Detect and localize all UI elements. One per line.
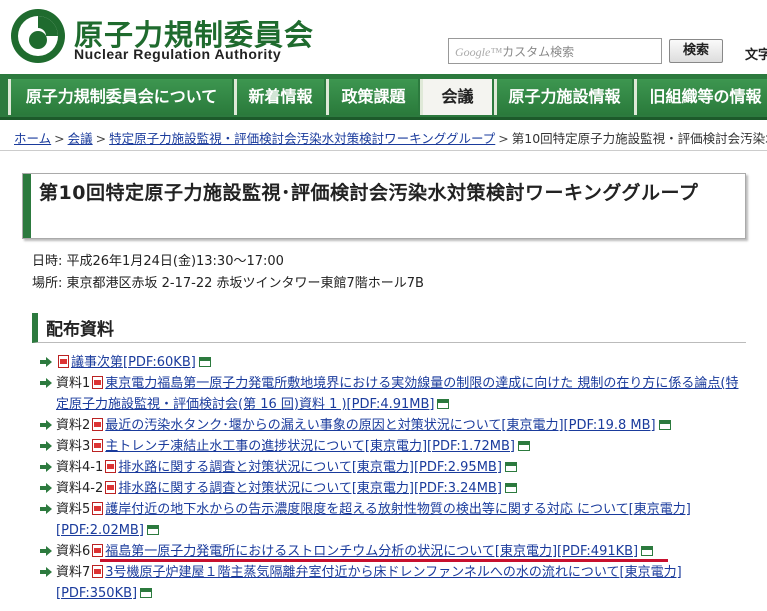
list-item: 資料4-1 排水路に関する調査と対策状況について[東京電力][PDF:2.95MB… [40, 457, 750, 478]
doc-label: 資料1 [56, 376, 91, 391]
doc-label: 資料4-1 [56, 460, 104, 475]
google-mark: Google™ [455, 45, 503, 59]
list-item: 資料5 護岸付近の地下水からの告示濃度限度を超える放射性物質の検出等に関する対応 … [40, 499, 750, 541]
list-item: 議事次第[PDF:60KB] [40, 352, 750, 373]
pdf-icon [92, 502, 104, 515]
doc-label: 資料6 [56, 544, 91, 559]
nav-facilities[interactable]: 原子力施設情報 [494, 79, 632, 115]
pdf-icon [92, 544, 104, 557]
font-size-label: 文字 [745, 48, 767, 63]
list-item: 資料2 最近の汚染水タンク･堰からの漏えい事象の原因と対策状況について[東京電力]… [40, 415, 750, 436]
doc-link[interactable]: 議事次第[PDF:60KB] [71, 355, 196, 370]
page-title-box: 第10回特定原子力施設監視･評価検討会汚染水対策検討ワーキンググループ [22, 173, 746, 239]
document-list: 議事次第[PDF:60KB] 資料1 東京電力福島第一原子力発電所敷地境界における… [40, 352, 750, 604]
section-heading: 配布資料 [32, 313, 746, 343]
new-window-icon[interactable] [658, 420, 671, 430]
nav-policy[interactable]: 政策課題 [326, 79, 418, 115]
doc-label: 資料7 [56, 565, 91, 580]
pdf-icon [92, 565, 104, 578]
doc-link[interactable]: 最近の汚染水タンク･堰からの漏えい事象の原因と対策状況について[東京電力][PD… [105, 418, 655, 433]
new-window-icon[interactable] [198, 357, 211, 367]
doc-link[interactable]: 東京電力福島第一原子力発電所敷地境界における実効線量の制限の達成に向けた 規制の… [56, 376, 739, 412]
search-button[interactable]: 検索 [669, 39, 723, 63]
logo-english[interactable]: Nuclear Regulation Authority [74, 46, 281, 62]
nav-former-org[interactable]: 旧組織等の情報 [634, 79, 767, 115]
breadcrumb: ホーム > 会議 > 特定原子力施設監視・評価検討会汚染水対策検討ワーキンググループ > 第… [14, 128, 767, 147]
nav-news[interactable]: 新着情報 [234, 79, 324, 115]
doc-link[interactable]: 主トレンチ凍結止水工事の進捗状況について[東京電力][PDF:1.72MB] [105, 439, 515, 454]
arrow-right-icon [40, 378, 52, 388]
list-item: 資料1 東京電力福島第一原子力発電所敷地境界における実効線量の制限の達成に向けた … [40, 373, 750, 415]
arrow-right-icon [40, 420, 52, 430]
arrow-right-icon [40, 462, 52, 472]
new-window-icon[interactable] [517, 441, 530, 451]
arrow-right-icon [40, 441, 52, 451]
doc-link[interactable]: 排水路に関する調査と対策状況について[東京電力][PDF:2.95MB] [118, 460, 502, 475]
breadcrumb-wg[interactable]: 特定原子力施設監視・評価検討会汚染水対策検討ワーキンググループ [109, 131, 495, 146]
red-underline-annotation [100, 559, 668, 562]
doc-label: 資料2 [56, 418, 91, 433]
search-placeholder: カスタム検索 [502, 45, 575, 59]
doc-label: 資料4-2 [56, 481, 104, 496]
new-window-icon[interactable] [504, 483, 517, 493]
new-window-icon[interactable] [504, 462, 517, 472]
pdf-icon [92, 439, 104, 452]
list-item: 資料4-2 排水路に関する調査と対策状況について[東京電力][PDF:3.24MB… [40, 478, 750, 499]
breadcrumb-meetings[interactable]: 会議 [68, 131, 93, 146]
site-header: 原子力規制委員会 Nuclear Regulation Authority Go… [0, 0, 767, 74]
pdf-icon [105, 460, 117, 473]
doc-link[interactable]: 福島第一原子力発電所におけるストロンチウム分析の状況について[東京電力][PDF… [105, 544, 638, 559]
new-window-icon[interactable] [140, 588, 153, 598]
section-title: 配布資料 [46, 320, 114, 340]
new-window-icon[interactable] [641, 546, 654, 556]
list-item: 資料7 3号機原子炉建屋１階主蒸気隔離弁室付近から床ドレンファンネルへの水の流れに… [40, 562, 750, 604]
search-input[interactable]: Google™カスタム検索 [448, 38, 662, 64]
divider [0, 150, 767, 151]
main-nav: 原子力規制委員会について 新着情報 政策課題 会議 原子力施設情報 旧組織等の情… [0, 74, 767, 120]
nra-logo-icon[interactable] [8, 6, 68, 66]
new-window-icon[interactable] [146, 525, 159, 535]
breadcrumb-current: 第10回特定原子力施設監視・評価検討会汚染水対策 [511, 131, 767, 146]
meeting-date: 日時: 平成26年1月24日(金)13:30～17:00 [32, 254, 284, 269]
nav-meetings[interactable]: 会議 [420, 79, 492, 115]
arrow-right-icon [40, 483, 52, 493]
nav-about[interactable]: 原子力規制委員会について [8, 79, 232, 115]
new-window-icon[interactable] [437, 399, 450, 409]
breadcrumb-home[interactable]: ホーム [14, 131, 51, 146]
list-item: 資料3 主トレンチ凍結止水工事の進捗状況について[東京電力][PDF:1.72MB… [40, 436, 750, 457]
arrow-right-icon [40, 546, 52, 556]
page-title: 第10回特定原子力施設監視･評価検討会汚染水対策検討ワーキンググループ [39, 182, 699, 204]
doc-label: 資料5 [56, 502, 91, 517]
arrow-right-icon [40, 567, 52, 577]
pdf-icon [92, 376, 104, 389]
meeting-place: 場所: 東京都港区赤坂 2-17-22 赤坂ツインタワー東館7階ホール7B [32, 276, 424, 291]
doc-link[interactable]: 排水路に関する調査と対策状況について[東京電力][PDF:3.24MB] [118, 481, 502, 496]
arrow-right-icon [40, 357, 52, 367]
pdf-icon [92, 418, 104, 431]
arrow-right-icon [40, 504, 52, 514]
pdf-icon [58, 355, 69, 368]
doc-label: 資料3 [56, 439, 91, 454]
pdf-icon [105, 481, 117, 494]
